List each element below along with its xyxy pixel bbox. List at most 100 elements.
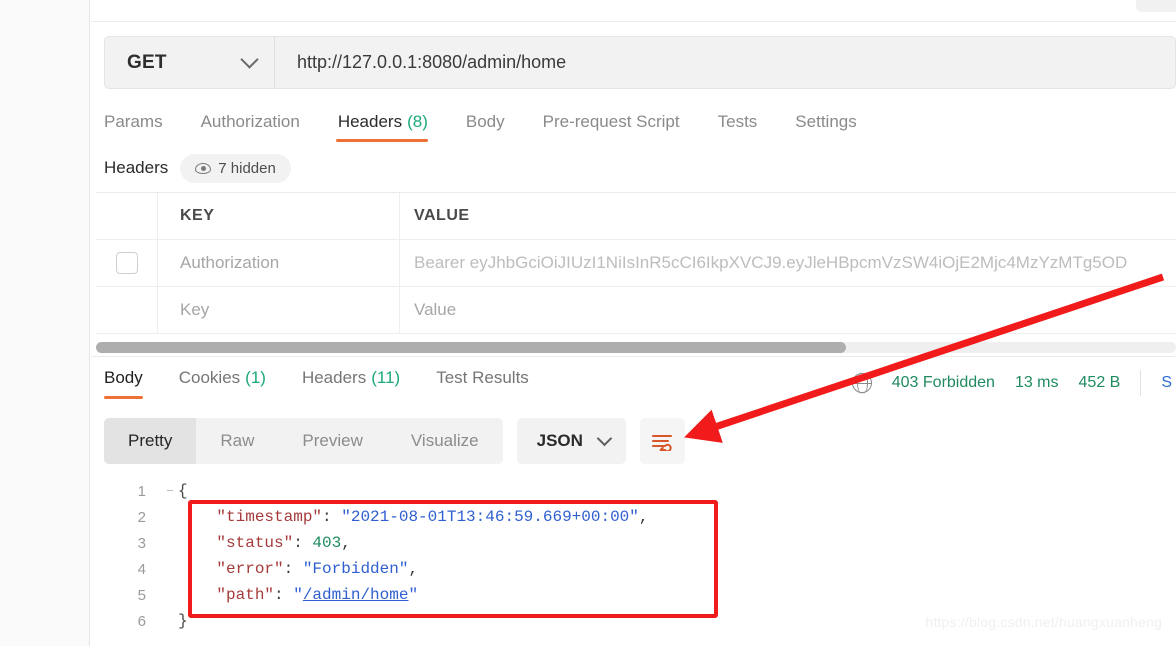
request-url-bar: GET http://127.0.0.1:8080/admin/home	[104, 36, 1176, 89]
json-token: "status"	[216, 534, 294, 552]
view-mode-preview[interactable]: Preview	[278, 418, 386, 464]
json-token: "path"	[216, 586, 275, 604]
json-line-content: }	[178, 612, 188, 630]
row-value-cell[interactable]: Bearer eyJhbGciOiJIUzI1NiIsInR5cCI6IkpXV…	[400, 240, 1176, 286]
tab-authorization[interactable]: Authorization	[182, 110, 319, 142]
line-number: 5	[137, 586, 146, 604]
tab-count: (8)	[407, 112, 428, 131]
tab-headers[interactable]: Headers (8)	[319, 110, 447, 142]
response-tab-test-results[interactable]: Test Results	[418, 366, 547, 399]
json-token: ,	[638, 508, 649, 526]
header-key-placeholder: Key	[180, 300, 210, 319]
tab-pre-request-script[interactable]: Pre-request Script	[524, 110, 699, 142]
globe-icon[interactable]	[851, 372, 873, 394]
pane-divider	[91, 356, 1176, 357]
line-number: 2	[137, 508, 146, 526]
line-number: 6	[137, 612, 146, 630]
json-line-content: "path": "/admin/home"	[178, 586, 418, 604]
header-value-placeholder: Value	[414, 300, 457, 319]
chevron-down-icon	[596, 430, 613, 447]
view-mode-raw[interactable]: Raw	[196, 418, 278, 464]
response-size[interactable]: 452 B	[1079, 374, 1121, 392]
column-header-key: KEY	[180, 207, 215, 224]
view-mode-label: Raw	[220, 431, 255, 450]
word-wrap-icon	[652, 435, 673, 451]
tab-label: Params	[104, 112, 163, 131]
save-response-button[interactable]: S	[1161, 374, 1172, 392]
http-method-select[interactable]: GET	[105, 37, 275, 88]
json-token: "error"	[216, 560, 284, 578]
response-tab-body[interactable]: Body	[104, 366, 161, 399]
json-line: 1 −{	[104, 478, 1176, 504]
json-token[interactable]: /admin/home	[303, 586, 409, 604]
word-wrap-toggle-button[interactable]	[639, 418, 685, 464]
request-url-input[interactable]: http://127.0.0.1:8080/admin/home	[275, 37, 1175, 88]
line-number: 4	[137, 560, 146, 578]
view-mode-pretty[interactable]: Pretty	[104, 418, 197, 464]
body-format-label: JSON	[536, 431, 583, 450]
json-token: :	[293, 534, 313, 552]
chevron-down-icon	[240, 50, 259, 69]
tab-tests[interactable]: Tests	[699, 110, 777, 142]
json-token: :	[283, 560, 303, 578]
horizontal-scrollbar-thumb[interactable]	[96, 342, 846, 353]
json-token: "timestamp"	[216, 508, 323, 526]
tab-label: Headers	[337, 112, 403, 131]
tab-label: Body	[104, 368, 143, 387]
view-mode-visualize[interactable]: Visualize	[387, 418, 503, 464]
response-tab-cookies[interactable]: Cookies (1)	[161, 366, 284, 399]
request-url-value: http://127.0.0.1:8080/admin/home	[297, 52, 567, 72]
horizontal-scrollbar-track[interactable]	[96, 342, 1176, 353]
tab-label: Settings	[795, 112, 857, 131]
json-token: :	[274, 586, 294, 604]
json-token: ,	[341, 534, 351, 552]
top-toolbar-button-partial[interactable]	[1136, 0, 1176, 12]
view-mode-label: Preview	[302, 431, 363, 450]
tab-count: (11)	[371, 368, 401, 387]
response-tab-headers[interactable]: Headers (11)	[284, 366, 418, 399]
row-checkbox-cell	[96, 287, 158, 333]
row-checkbox-cell	[96, 240, 158, 286]
view-mode-label: Visualize	[410, 431, 479, 450]
tab-label: Cookies	[178, 368, 241, 387]
json-line-content: {	[178, 482, 188, 500]
status-divider	[1140, 370, 1142, 396]
request-tabs: Params Authorization Headers (8) Body Pre…	[104, 110, 876, 150]
json-token: {	[178, 482, 188, 500]
hidden-headers-toggle[interactable]: 7 hidden	[180, 153, 291, 183]
response-time[interactable]: 13 ms	[1015, 374, 1059, 392]
tab-params[interactable]: Params	[104, 110, 182, 142]
tab-label: Test Results	[436, 368, 529, 387]
line-number: 1	[137, 482, 146, 500]
json-token: :	[322, 508, 342, 526]
row-key-placeholder-cell[interactable]: Key	[158, 287, 400, 333]
row-key-cell[interactable]: Authorization	[158, 240, 400, 286]
headers-subheader: Headers 7 hidden	[104, 152, 291, 184]
tab-body[interactable]: Body	[447, 110, 524, 142]
row-value-placeholder-cell[interactable]: Value	[400, 287, 1176, 333]
table-header-check-cell	[96, 193, 158, 239]
json-token: 403	[312, 534, 342, 552]
fold-toggle[interactable]: −	[162, 484, 178, 499]
json-line: 5 "path": "/admin/home"	[104, 582, 1176, 608]
top-chrome-strip	[91, 0, 1176, 22]
tab-count: (1)	[245, 368, 266, 387]
json-line-content: "timestamp": "2021-08-01T13:46:59.669+00…	[178, 508, 649, 526]
tab-label: Authorization	[200, 112, 300, 131]
json-token: }	[178, 612, 188, 630]
table-row[interactable]: Authorization Bearer eyJhbGciOiJIUzI1NiI…	[96, 240, 1176, 287]
json-line: 2 "timestamp": "2021-08-01T13:46:59.669+…	[104, 504, 1176, 530]
body-format-select[interactable]: JSON	[516, 418, 626, 464]
table-row[interactable]: Key Value	[96, 287, 1176, 334]
view-mode-segmented-control: Pretty Raw Preview Visualize	[104, 418, 503, 464]
json-token: ,	[408, 560, 419, 578]
tab-label: Headers	[301, 368, 367, 387]
table-header-value-cell: VALUE	[400, 193, 1176, 239]
status-badge[interactable]: 403 Forbidden	[892, 374, 995, 392]
tab-settings[interactable]: Settings	[776, 110, 875, 142]
view-mode-label: Pretty	[128, 431, 173, 450]
row-checkbox[interactable]	[115, 252, 138, 274]
postman-window: GET http://127.0.0.1:8080/admin/home Par…	[0, 0, 1176, 646]
